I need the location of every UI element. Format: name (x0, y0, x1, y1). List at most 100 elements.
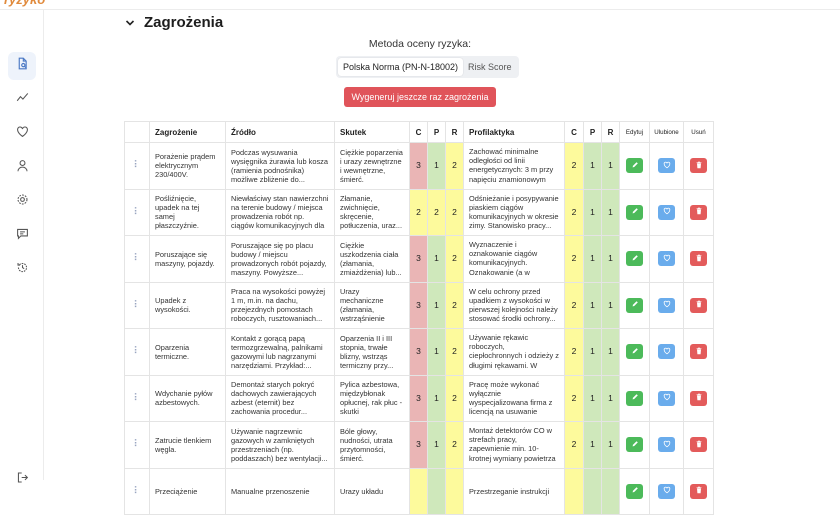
table-header-row: Zagrożenie Źródło Skutek C P R Profilakt… (124, 121, 714, 143)
header-delete: Usuń (683, 121, 714, 143)
favorite-button[interactable] (658, 344, 675, 360)
cell-p: 2 (427, 188, 446, 236)
delete-button[interactable] (690, 483, 707, 499)
sidebar-item-documents[interactable] (8, 52, 36, 80)
sidebar-item-favorites[interactable] (8, 120, 36, 148)
favorite-button[interactable] (658, 437, 675, 453)
drag-handle[interactable]: ⠇ (124, 142, 150, 190)
cell-p-after: 1 (583, 281, 602, 329)
trash-icon (695, 486, 703, 496)
method-option-risk-score[interactable]: Risk Score (463, 58, 517, 76)
favorite-button[interactable] (658, 297, 675, 313)
header-source[interactable]: Źródło (225, 121, 335, 143)
app-logo[interactable]: ryzyko (4, 0, 45, 7)
cell-hazard: Poruszające się maszyny, pojazdy. (149, 235, 226, 283)
history-icon (16, 261, 29, 279)
table-row: ⠇ Zatrucie tlenkiem węgla. Używanie nagrze… (124, 421, 714, 469)
drag-handle[interactable]: ⠇ (124, 374, 150, 422)
header-p[interactable]: P (427, 121, 446, 143)
header-r[interactable]: R (445, 121, 464, 143)
header-effect[interactable]: Skutek (334, 121, 410, 143)
cell-r-after: 1 (601, 142, 620, 190)
edit-button[interactable] (626, 158, 643, 174)
cell-r-after: 1 (601, 281, 620, 329)
table-row: ⠇ Przeciążenie Manualne przenoszenie Urazy … (124, 467, 714, 515)
cell-p-after: 1 (583, 142, 602, 190)
cell-c-after: 2 (564, 235, 584, 283)
top-bar: ryzyko (0, 0, 840, 10)
cell-p: 1 (427, 142, 446, 190)
delete-button[interactable] (690, 344, 707, 360)
cell-r: 2 (445, 235, 464, 283)
sidebar-item-settings[interactable] (8, 188, 36, 216)
cell-p-after (583, 467, 602, 515)
drag-handle[interactable]: ⠇ (124, 281, 150, 329)
sidebar-item-logout[interactable] (8, 466, 36, 494)
sidebar-item-stats[interactable] (8, 86, 36, 114)
header-r-after[interactable]: R (601, 121, 620, 143)
delete-button[interactable] (690, 297, 707, 313)
table-row: ⠇ Upadek z wysokości. Praca na wysokości p… (124, 281, 714, 329)
favorite-button[interactable] (658, 158, 675, 174)
cell-p-after: 1 (583, 374, 602, 422)
cell-r: 2 (445, 142, 464, 190)
header-c-after[interactable]: C (564, 121, 584, 143)
cell-p-after: 1 (583, 328, 602, 376)
drag-handle[interactable]: ⠇ (124, 235, 150, 283)
drag-handle[interactable]: ⠇ (124, 467, 150, 515)
delete-button[interactable] (690, 390, 707, 406)
cell-c: 3 (409, 142, 428, 190)
pencil-icon (631, 254, 639, 264)
cell-hazard: Przeciążenie (149, 467, 226, 515)
cell-prevention: Odśnieżanie i posypywanie piaskiem ciągó… (463, 188, 565, 236)
drag-handle[interactable]: ⠇ (124, 328, 150, 376)
favorite-button[interactable] (658, 251, 675, 267)
cell-source: Kontakt z gorącą papą termozgrzewalną, p… (225, 328, 335, 376)
sidebar-item-history[interactable] (8, 256, 36, 284)
delete-button[interactable] (690, 251, 707, 267)
favorite-button[interactable] (658, 390, 675, 406)
drag-handle[interactable]: ⠇ (124, 188, 150, 236)
header-hazard[interactable]: Zagrożenie (149, 121, 226, 143)
delete-button[interactable] (690, 437, 707, 453)
drag-handle[interactable]: ⠇ (124, 421, 150, 469)
delete-button[interactable] (690, 158, 707, 174)
cell-c-after (564, 467, 584, 515)
cell-r-after: 1 (601, 328, 620, 376)
sidebar-item-messages[interactable] (8, 222, 36, 250)
section-header[interactable]: Zagrożenia (124, 14, 223, 31)
header-c[interactable]: C (409, 121, 428, 143)
cell-r-after (601, 467, 620, 515)
regenerate-hazards-button[interactable]: Wygeneruj jeszcze raz zagrożenia (344, 87, 496, 107)
trash-icon (695, 393, 703, 403)
edit-button[interactable] (626, 251, 643, 267)
cell-p: 1 (427, 421, 446, 469)
delete-button[interactable] (690, 204, 707, 220)
edit-button[interactable] (626, 437, 643, 453)
cell-prevention: Montaż detektorów CO w strefach pracy, z… (463, 421, 565, 469)
risk-method-toggle: Polska Norma (PN-N-18002) Risk Score (336, 56, 519, 78)
edit-button[interactable] (626, 390, 643, 406)
table-row: ⠇ Wdychanie pyłów azbestowych. Demontaż st… (124, 374, 714, 422)
favorite-button[interactable] (658, 483, 675, 499)
cell-c: 3 (409, 281, 428, 329)
cell-r-after: 1 (601, 188, 620, 236)
favorite-button[interactable] (658, 204, 675, 220)
edit-button[interactable] (626, 483, 643, 499)
cell-c-after: 2 (564, 421, 584, 469)
cell-hazard: Oparzenia termiczne. (149, 328, 226, 376)
cell-prevention: Zachować minimalne odległości od linii e… (463, 142, 565, 190)
header-p-after[interactable]: P (583, 121, 602, 143)
heart-icon (663, 300, 671, 310)
edit-button[interactable] (626, 297, 643, 313)
edit-button[interactable] (626, 204, 643, 220)
cell-source: Manualne przenoszenie (225, 467, 335, 515)
cell-hazard: Wdychanie pyłów azbestowych. (149, 374, 226, 422)
header-prevention[interactable]: Profilaktyka (463, 121, 565, 143)
sidebar-item-profile[interactable] (8, 154, 36, 182)
heart-icon (663, 486, 671, 496)
cell-effect: Pylica azbestowa, międzybłonak opłucnej,… (334, 374, 410, 422)
edit-button[interactable] (626, 344, 643, 360)
method-option-pn[interactable]: Polska Norma (PN-N-18002) (338, 58, 464, 76)
cell-c-after: 2 (564, 142, 584, 190)
